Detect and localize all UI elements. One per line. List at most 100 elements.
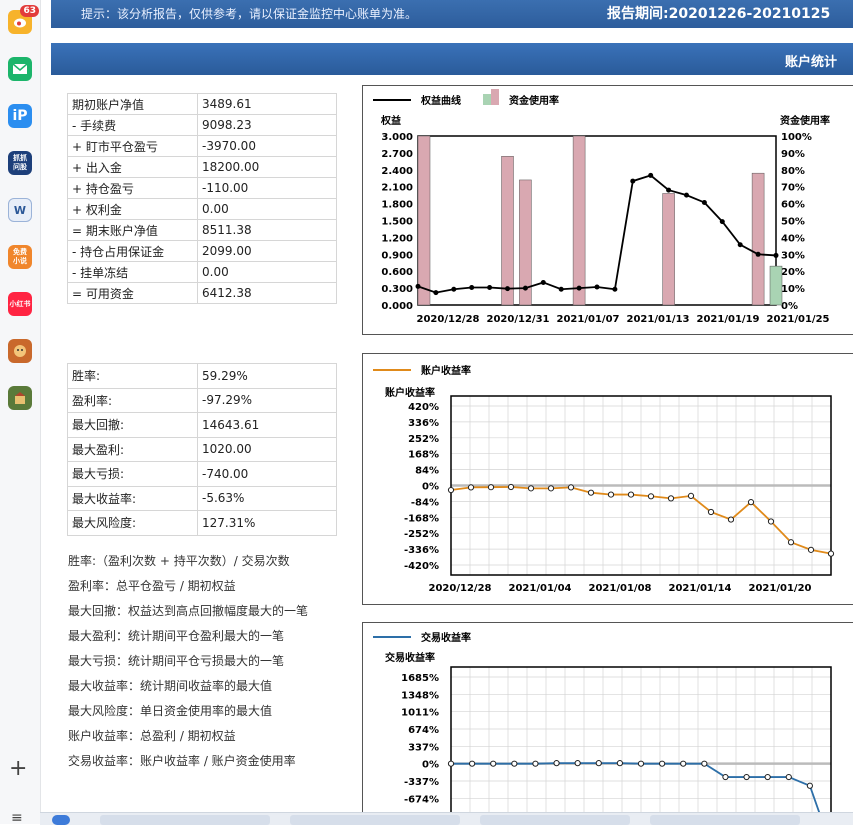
xiaohongshu-icon[interactable]: 小红书 [8, 292, 32, 316]
y-tick-label: 337% [408, 742, 439, 753]
performance-stat-row: 最大风险度: 127.31% [67, 510, 337, 536]
equity-point [487, 285, 493, 291]
return-point [527, 485, 535, 492]
x-tick-label: 2021/01/14 [669, 583, 732, 594]
performance-stat-row: 最大收益率: -5.63% [67, 485, 337, 511]
x-tick-label: 2021/01/25 [767, 314, 830, 325]
report-notice: 提示：该分析报告，仅供参考，请以保证金监控中心账单为准。 [81, 7, 418, 21]
y-tick-label: -337% [404, 777, 439, 788]
account-stat-label: - 手续费 [67, 114, 198, 136]
account-stat-row: + 持仓盈亏 -110.00 [67, 177, 337, 199]
y2-tick-label: 10% [781, 284, 805, 295]
equity-point [594, 284, 600, 290]
return-point [487, 484, 495, 491]
x-tick-label: 2020/12/28 [429, 583, 492, 594]
return-point [727, 516, 735, 523]
y2-tick-label: 40% [781, 233, 805, 244]
y-tick-label: 0.000 [381, 301, 413, 312]
definitions-list: 胜率:（盈利次数 + 持平次数）/ 交易次数 盈利率：总平仓盈亏 / 期初权益 最大… [68, 549, 308, 774]
account-stat-label: + 盯市平仓盈亏 [67, 135, 198, 157]
y-tick-label: 0.900 [381, 250, 413, 261]
return-point [807, 546, 815, 553]
mail-icon[interactable] [8, 57, 32, 81]
performance-stat-value: -740.00 [197, 461, 337, 487]
y-tick-label: 1.200 [381, 233, 413, 244]
return-point [667, 495, 675, 502]
add-app-icon[interactable]: + [9, 758, 27, 780]
return-point [490, 760, 497, 767]
account-stat-label: = 期末账户净值 [67, 219, 198, 241]
weibo-icon[interactable]: 63 [8, 5, 39, 34]
usage-bar [572, 135, 586, 306]
account-stat-label: - 持仓占用保证金 [67, 240, 198, 262]
equity-point [433, 290, 439, 296]
legend-label: 交易收益率 [421, 631, 471, 644]
y-tick-label: 674% [408, 725, 439, 736]
word-doc-icon[interactable]: W [8, 198, 32, 222]
x-tick-label: 2021/01/08 [589, 583, 652, 594]
y2-tick-label: 50% [781, 217, 805, 228]
return-point [785, 773, 792, 781]
return-point [743, 773, 750, 781]
y-tick-label: -84% [411, 497, 439, 508]
return-point [687, 492, 695, 500]
pp-assistant-icon[interactable]: iP [8, 104, 32, 128]
account-return-chart: 账户收益率账户收益率420%336%252%168%84%0%-84%-168%… [373, 364, 835, 594]
return-point [587, 489, 595, 496]
novel-icon[interactable]: 免费 小说 [8, 245, 32, 269]
return-point [722, 773, 729, 781]
equity-point [701, 199, 707, 205]
equity-point [469, 285, 475, 291]
legend-usage-swatch-green [483, 94, 491, 105]
y2-tick-label: 90% [781, 149, 805, 160]
definition-item: 最大收益率：统计期间收益率的最大值 [68, 679, 273, 693]
game-icon-2[interactable] [8, 386, 32, 410]
performance-stat-label: 最大风险度: [67, 510, 198, 536]
return-point [469, 760, 476, 767]
y-tick-label: 168% [408, 450, 439, 461]
usage-bar [501, 156, 514, 306]
account-stat-label: + 权利金 [67, 198, 198, 220]
legend-usage-label: 资金使用率 [509, 94, 559, 107]
return-point [680, 760, 687, 767]
account-stat-value: 18200.00 [197, 156, 337, 178]
return-point [467, 484, 475, 491]
performance-stat-value: 59.29% [197, 363, 337, 389]
performance-stat-value: 127.31% [197, 510, 337, 536]
stock-video-icon[interactable]: 抓抓 问股 [8, 151, 32, 175]
performance-stat-value: -5.63% [197, 485, 337, 511]
usage-bar [769, 265, 783, 306]
return-point [532, 760, 539, 767]
trade-return-chart-panel: 交易收益率 交易收益率 1685% 1348% 1011% 674% 337% 0% -337%… [362, 622, 853, 828]
y-tick-label: -252% [404, 529, 439, 540]
definition-item: 最大盈利：统计期间平仓盈利最大的一笔 [68, 629, 285, 643]
performance-stat-label: 最大收益率: [67, 485, 198, 511]
menu-icon[interactable]: ≡ [11, 811, 23, 825]
section-title: 账户统计 [784, 55, 837, 70]
definition-item: 交易收益率：账户收益率 / 账户资金使用率 [68, 754, 296, 768]
account-stat-label: 期初账户净值 [67, 93, 198, 115]
y-tick-label: 0.600 [381, 267, 413, 278]
return-point [764, 773, 771, 781]
account-stat-value: 9098.23 [197, 114, 337, 136]
account-stat-label: - 挂单冻结 [67, 261, 198, 283]
legend-equity-label: 权益曲线 [420, 94, 461, 107]
y-tick-label: 2.100 [381, 183, 413, 194]
equity-point [737, 242, 743, 248]
definition-item: 最大风险度：单日资金使用率的最大值 [68, 704, 273, 718]
castle-icon [15, 392, 25, 404]
account-stat-label: = 可用资金 [67, 282, 198, 304]
performance-stat-value: 1020.00 [197, 436, 337, 462]
equity-point [612, 286, 618, 292]
equity-line [417, 174, 777, 294]
y-tick-label: 0% [422, 482, 439, 493]
section-header: 账户统计 [51, 43, 853, 75]
y-tick-label: -420% [404, 561, 439, 572]
return-point [627, 491, 635, 498]
x-tick-label: 2021/01/19 [697, 314, 760, 325]
y-tick-label: 336% [408, 418, 439, 429]
legend-usage-swatch-pink [491, 89, 499, 105]
game-icon[interactable] [8, 339, 32, 363]
equity-point [666, 187, 672, 193]
y-tick-label: 3.000 [381, 132, 413, 143]
